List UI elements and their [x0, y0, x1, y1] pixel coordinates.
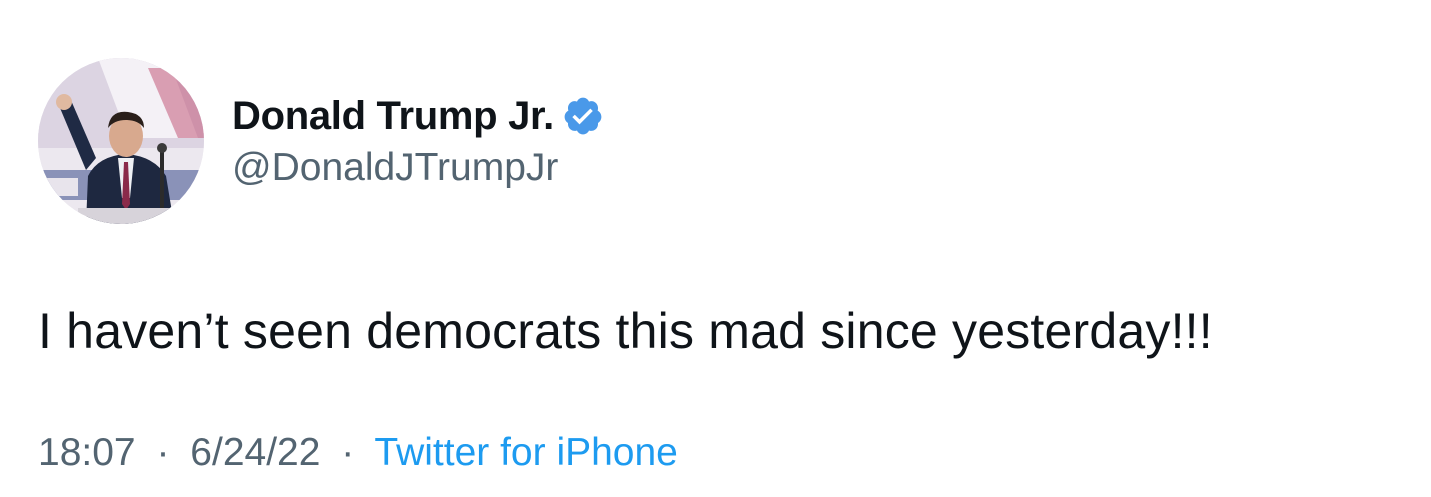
avatar-photo: [38, 58, 204, 224]
tweet-text: I haven’t seen democrats this mad since …: [38, 303, 1213, 359]
tweet-meta: 18:07 · 6/24/22 · Twitter for iPhone: [38, 431, 678, 475]
tweet-time[interactable]: 18:07: [38, 431, 136, 474]
avatar[interactable]: [38, 58, 204, 224]
meta-separator: ·: [156, 431, 170, 474]
author-block: Donald Trump Jr. @DonaldJTrumpJr: [232, 88, 604, 190]
display-name[interactable]: Donald Trump Jr.: [232, 94, 554, 139]
name-row: Donald Trump Jr.: [232, 88, 604, 144]
user-handle[interactable]: @DonaldJTrumpJr: [232, 146, 604, 190]
tweet-date[interactable]: 6/24/22: [190, 431, 320, 474]
meta-separator: ·: [341, 431, 355, 474]
tweet-card: Donald Trump Jr. @DonaldJTrumpJr I haven…: [0, 0, 1431, 497]
tweet-source-link[interactable]: Twitter for iPhone: [374, 431, 677, 474]
verified-badge-icon: [562, 95, 604, 137]
